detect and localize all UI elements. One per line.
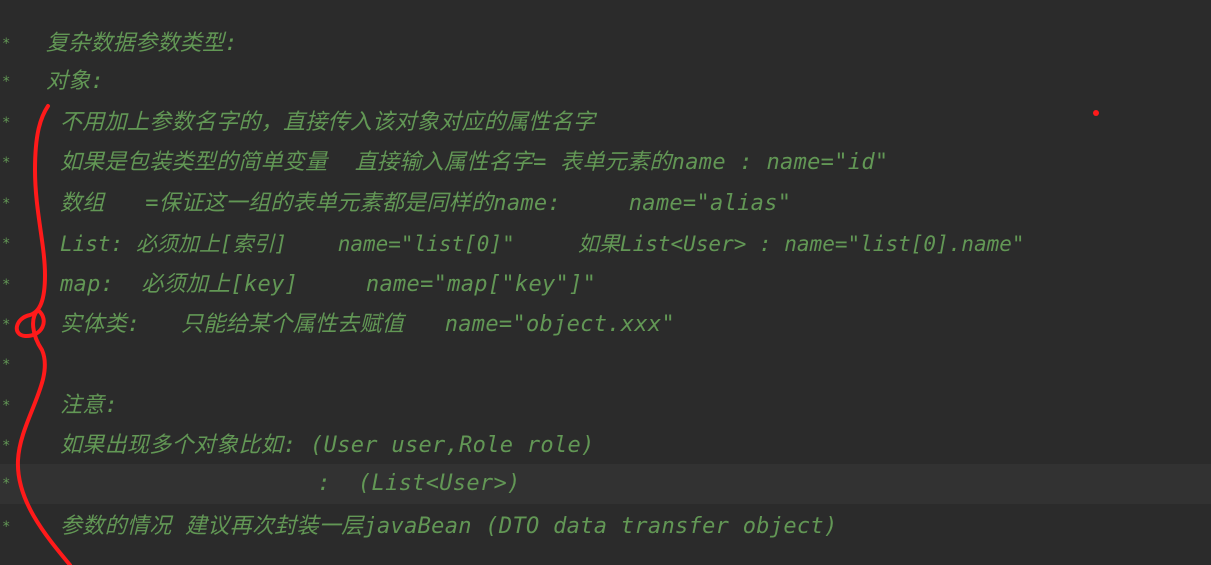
comment-line[interactable]: * 复杂数据参数类型: xyxy=(0,24,1211,64)
comment-text: map: 必须加上[key] name="map["key"]" xyxy=(60,272,597,297)
comment-prefix: * xyxy=(2,398,11,414)
comment-prefix: * xyxy=(2,438,11,454)
comment-prefix: * xyxy=(2,357,11,373)
comment-text: 实体类: 只能给某个属性去赋值 name="object.xxx" xyxy=(60,312,675,337)
comment-text: 复杂数据参数类型: xyxy=(46,31,238,56)
comment-line[interactable]: * 参数的情况 建议再次封装一层javaBean (DTO data trans… xyxy=(0,507,1211,547)
comment-prefix: * xyxy=(2,196,11,212)
comment-prefix: * xyxy=(2,277,11,293)
comment-line[interactable]: * 对象: xyxy=(0,62,1211,102)
comment-text: 参数的情况 建议再次封装一层javaBean (DTO data transfe… xyxy=(60,514,838,539)
comment-prefix: * xyxy=(2,36,11,52)
comment-text: 不用加上参数名字的，直接传入该对象对应的属性名字 xyxy=(60,110,596,135)
comment-prefix: * xyxy=(2,115,11,131)
comment-text: 如果出现多个对象比如: (User user,Role role) xyxy=(60,433,595,458)
comment-text: : (List<User>) xyxy=(60,471,521,496)
comment-prefix: * xyxy=(2,476,11,492)
comment-prefix: * xyxy=(2,317,11,333)
comment-line[interactable]: * List: 必须加上[索引] name="list[0]" 如果List<U… xyxy=(0,224,1211,264)
comment-line[interactable]: * 不用加上参数名字的，直接传入该对象对应的属性名字 xyxy=(0,103,1211,143)
comment-text: 数组 =保证这一组的表单元素都是同样的name: name="alias" xyxy=(60,191,792,216)
comment-text: 如果是包装类型的简单变量 直接输入属性名字= 表单元素的name : name=… xyxy=(60,150,889,175)
comment-line[interactable]: * xyxy=(0,345,1211,385)
comment-text: List: 必须加上[索引] name="list[0]" 如果List<Use… xyxy=(60,232,1025,256)
comment-text: 注意: xyxy=(60,393,119,418)
comment-line[interactable]: * 数组 =保证这一组的表单元素都是同样的name: name="alias" xyxy=(0,184,1211,224)
comment-line[interactable]: * 注意: xyxy=(0,386,1211,426)
comment-prefix: * xyxy=(2,519,11,535)
comment-prefix: * xyxy=(2,236,11,252)
comment-line-current[interactable]: * : (List<User>) xyxy=(0,464,1211,504)
comment-line[interactable]: * map: 必须加上[key] name="map["key"]" xyxy=(0,265,1211,305)
comment-line[interactable]: * 如果出现多个对象比如: (User user,Role role) xyxy=(0,426,1211,466)
comment-line[interactable]: * 实体类: 只能给某个属性去赋值 name="object.xxx" xyxy=(0,305,1211,345)
comment-text: 对象: xyxy=(46,69,105,94)
comment-prefix: * xyxy=(2,155,11,171)
code-editor[interactable]: * 复杂数据参数类型: * 对象: * 不用加上参数名字的，直接传入该对象对应的… xyxy=(0,0,1211,565)
comment-prefix: * xyxy=(2,74,11,90)
comment-line[interactable]: * 如果是包装类型的简单变量 直接输入属性名字= 表单元素的name : nam… xyxy=(0,143,1211,183)
